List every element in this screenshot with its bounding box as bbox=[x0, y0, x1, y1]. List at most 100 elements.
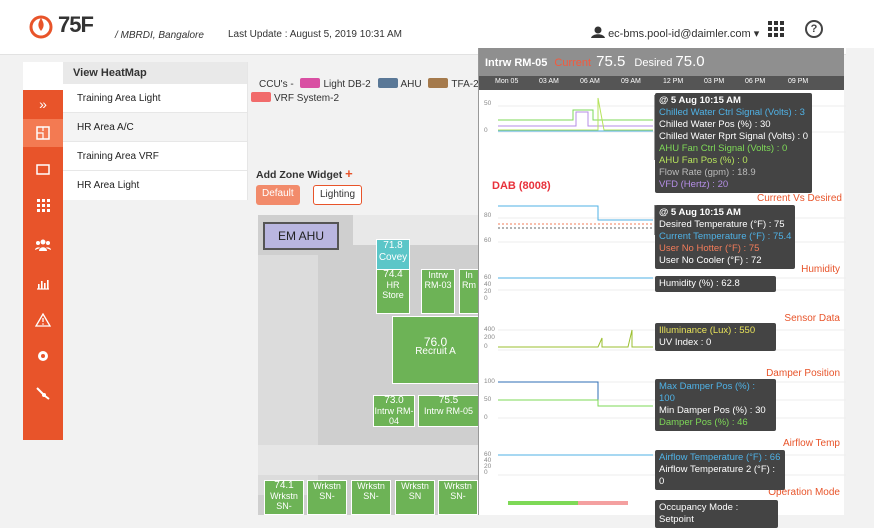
zone-wrkstn-3[interactable]: Wrkstn SN- bbox=[351, 480, 391, 515]
section-humidity: Humidity bbox=[801, 264, 840, 275]
zone-hr-store[interactable]: 74.4 HR Store bbox=[376, 269, 410, 314]
menu-item-training-area-light[interactable]: Training Area Light bbox=[63, 84, 247, 113]
zone-wrkstn-2[interactable]: Wrkstn SN- bbox=[307, 480, 347, 515]
tooltip-line: Chilled Water Rprt Signal (Volts) : 0 bbox=[659, 131, 809, 142]
graph-line-lux bbox=[498, 329, 653, 348]
tooltip-line: Current Temperature (°F) : 75.4 bbox=[659, 231, 792, 242]
ccu-label: VRF System-2 bbox=[274, 93, 340, 104]
user-email: ec-bms.pool-id@daimler.com ▾ bbox=[608, 28, 760, 40]
default-button[interactable]: Default bbox=[256, 185, 300, 205]
tooltip-line: AHU Fan Ctrl Signal (Volts) : 0 bbox=[659, 143, 788, 154]
grid-view-icon[interactable] bbox=[23, 191, 63, 219]
zone-name: Wrkstn SN- bbox=[270, 491, 298, 511]
axis-label: 60 bbox=[484, 237, 492, 244]
alert-icon[interactable] bbox=[23, 306, 63, 334]
menu-item-hr-area-light[interactable]: HR Area Light bbox=[63, 171, 247, 200]
page-scrollbar[interactable] bbox=[846, 48, 874, 515]
brand-logo[interactable]: 75F bbox=[29, 12, 94, 39]
menu-item-training-area-vrf[interactable]: Training Area VRF bbox=[63, 142, 247, 171]
tooltip-operation: Occupancy Mode : Setpoint bbox=[655, 500, 778, 528]
dab-label: DAB (8008) bbox=[492, 180, 551, 192]
zone-name: Wrkstn SN- bbox=[357, 481, 385, 501]
tooltip-line: Chilled Water Pos (%) : 30 bbox=[659, 119, 771, 130]
zone-wrkstn-5[interactable]: Wrkstn SN- bbox=[438, 480, 478, 515]
tooltip-line: AHU Fan Pos (%) : 0 bbox=[659, 155, 748, 166]
tooltip-line: User No Hotter (°F) : 75 bbox=[659, 243, 760, 254]
site-location[interactable]: / MBRDI, Bangalore bbox=[115, 30, 204, 41]
sidebar: » bbox=[23, 90, 63, 440]
zone-name: Intrw RM-04 bbox=[374, 406, 414, 426]
apps-grid-icon[interactable] bbox=[768, 21, 784, 40]
floor-wall bbox=[353, 215, 480, 245]
graph-line-damper-max bbox=[498, 381, 653, 407]
zone-intrw-rm-04[interactable]: 73.0 Intrw RM-04 bbox=[373, 395, 415, 427]
flame-logo-icon bbox=[29, 15, 53, 39]
zone-name: Intrw RM-05 bbox=[423, 406, 473, 416]
tooltip-head: @ 5 Aug 10:15 AM bbox=[659, 95, 741, 106]
zone-wrkstn-1[interactable]: 74.1 Wrkstn SN- bbox=[264, 480, 304, 515]
desired-temp: 75.0 bbox=[675, 53, 705, 70]
zone-value: 74.4 bbox=[383, 269, 403, 280]
tooltip-line: Max Damper Pos (%) : 100 bbox=[659, 381, 756, 404]
help-icon[interactable]: ? bbox=[805, 20, 823, 38]
display-icon[interactable] bbox=[23, 156, 63, 184]
ccu-swatch-light-db2[interactable] bbox=[300, 78, 321, 88]
zone-detail-name: Intrw RM-05 bbox=[485, 57, 548, 69]
ccu-swatch-tfa2[interactable] bbox=[428, 78, 449, 88]
zone-intrw-rm-03[interactable]: Intrw RM-03 bbox=[421, 269, 455, 314]
sidebar-top-spacer bbox=[23, 62, 63, 90]
chart-icon[interactable] bbox=[23, 270, 63, 298]
expand-icon[interactable]: » bbox=[23, 90, 63, 118]
section-airflow-temp: Airflow Temp bbox=[782, 438, 840, 449]
axis-label: 0 bbox=[484, 343, 488, 350]
top-header: 75F / MBRDI, Bangalore Last Update : Aug… bbox=[0, 0, 874, 55]
zone-wrkstn-4[interactable]: Wrkstn SN bbox=[395, 480, 435, 515]
tooltip-line: Chilled Water Ctrl Signal (Volts) : 3 bbox=[659, 107, 805, 118]
section-damper-position: Damper Position bbox=[766, 368, 840, 379]
axis-label: 40 bbox=[484, 281, 492, 288]
op-mode-bar bbox=[508, 501, 578, 505]
ccu-swatch-vrf[interactable] bbox=[251, 92, 271, 102]
menu-item-hr-area-ac[interactable]: HR Area A/C bbox=[63, 113, 247, 142]
tools-icon[interactable] bbox=[23, 379, 63, 407]
heatmap-menu: View HeatMap Training Area Light HR Area… bbox=[63, 62, 248, 200]
zone-detail-header: Intrw RM-05 Current 75.5 Desired 75.0 bbox=[479, 48, 844, 76]
users-icon[interactable] bbox=[23, 231, 63, 259]
ccu-label: AHU bbox=[400, 79, 422, 90]
ccu-label: Light DB-2 bbox=[323, 79, 371, 90]
ccu-prefix: CCU's - bbox=[259, 79, 294, 90]
axis-label: 0 bbox=[484, 295, 488, 302]
ccu-swatch-ahu[interactable] bbox=[377, 78, 398, 88]
graph-line-vfd bbox=[498, 111, 653, 127]
zone-value: 73.0 bbox=[384, 395, 404, 406]
add-icon[interactable]: + bbox=[345, 166, 353, 181]
desired-label: Desired bbox=[634, 57, 673, 69]
user-menu[interactable]: ec-bms.pool-id@daimler.com ▾ bbox=[591, 26, 759, 40]
floor-wall bbox=[258, 445, 480, 475]
zone-recruit[interactable]: 76.0 Recruit A bbox=[392, 316, 479, 384]
zone-value: 71.8 bbox=[383, 240, 403, 251]
axis-label: 50 bbox=[484, 100, 492, 107]
time-tick: 03 AM bbox=[539, 78, 559, 85]
zone-in-rm[interactable]: In Rm bbox=[459, 269, 479, 314]
zone-name: Wrkstn SN- bbox=[313, 481, 341, 501]
lighting-button[interactable]: Lighting bbox=[313, 185, 363, 205]
tooltip-line: Min Damper Pos (%) : 30 bbox=[659, 405, 766, 416]
axis-label: 0 bbox=[484, 127, 488, 134]
tooltip-line: Airflow Temperature (°F) : 66 bbox=[659, 452, 781, 463]
floorplan-icon[interactable] bbox=[23, 119, 63, 147]
settings-icon[interactable] bbox=[23, 342, 63, 370]
last-update: Last Update : August 5, 2019 10:31 AM bbox=[228, 29, 403, 40]
zone-intrw-rm-05[interactable]: 75.5 Intrw RM-05 bbox=[418, 395, 479, 427]
axis-label: 60 bbox=[484, 274, 492, 281]
add-zone-widget[interactable]: Add Zone Widget + bbox=[256, 166, 353, 181]
zone-covey[interactable]: 71.8 Covey bbox=[376, 239, 410, 271]
zone-name: Wrkstn SN bbox=[401, 481, 429, 501]
heatmap-menu-title: View HeatMap bbox=[63, 62, 247, 84]
axis-label: 0 bbox=[484, 414, 488, 421]
tooltip-line: VFD (Hertz) : 20 bbox=[659, 179, 729, 190]
axis-label: 200 bbox=[484, 334, 495, 341]
zone-name: In Rm bbox=[462, 270, 476, 290]
zone-value: 74.1 bbox=[274, 480, 294, 491]
em-ahu-zone[interactable]: EM AHU bbox=[263, 222, 339, 250]
